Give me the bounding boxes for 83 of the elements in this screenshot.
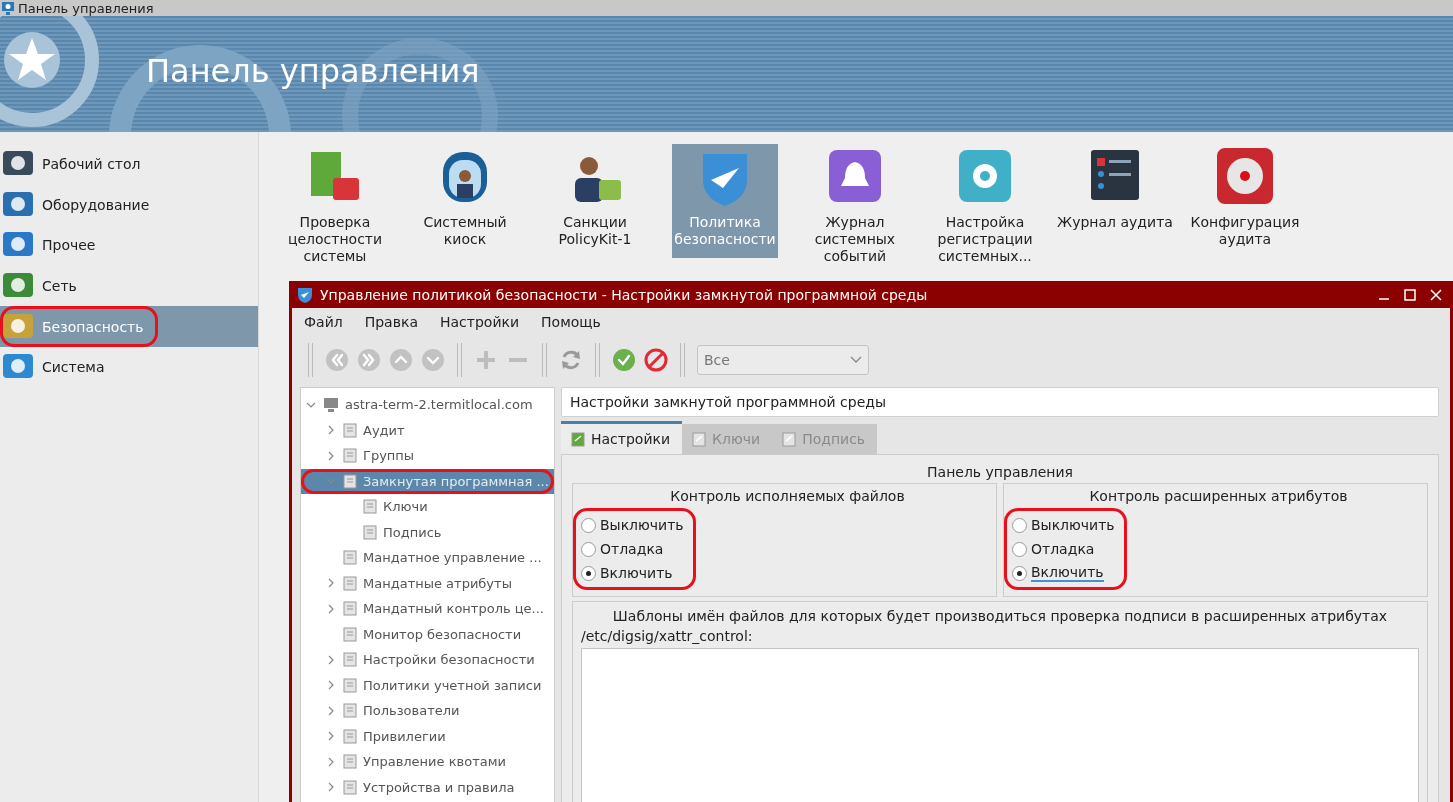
radio-label: Включить [600, 565, 673, 581]
sidebar-item[interactable]: Прочее [0, 225, 258, 266]
tree-item[interactable]: Группы [301, 443, 554, 469]
tree-item[interactable]: Устройства и правила [301, 774, 554, 800]
fast-forward-icon[interactable] [357, 348, 381, 372]
panel-title: Панель управления [926, 463, 1074, 482]
radio-label: Отладка [1031, 541, 1095, 557]
applet-item[interactable]: Системный киоск [405, 144, 525, 269]
tree-item[interactable]: Политики учетной записи [301, 672, 554, 698]
dialog-title: Управление политикой безопасности - Настройки замкнутой программной среды [320, 286, 928, 303]
field-label: /etc/digsig/xattr_control: [581, 628, 754, 644]
document-icon [343, 601, 357, 617]
sidebar-item[interactable]: Рабочий стол [0, 144, 258, 185]
tree-item[interactable]: Пользователи [301, 698, 554, 724]
group-title: Шаблоны имён файлов для которых будет производиться проверка подписи в расширенных атрибутах [611, 608, 1389, 624]
document-icon [692, 431, 707, 447]
banner-title: Панель управления [146, 52, 480, 90]
radio-label: Отладка [600, 541, 664, 557]
close-icon[interactable] [1430, 288, 1442, 301]
group-title: Контроль исполняемых файлов [669, 488, 906, 506]
rewind-icon[interactable] [325, 348, 349, 372]
menu-item[interactable]: Помощь [533, 312, 609, 333]
prohibited-icon[interactable] [644, 348, 668, 372]
sidebar-item[interactable]: Оборудование [0, 184, 258, 226]
radio-label: Включить [1031, 564, 1104, 582]
shield-icon [296, 285, 314, 304]
applet-item[interactable]: Конфигурация аудита [1185, 144, 1305, 269]
document-icon [571, 431, 585, 447]
applet-item[interactable]: Проверка целостности системы [275, 144, 395, 269]
check-icon[interactable] [612, 348, 636, 372]
radio-button[interactable] [1012, 517, 1027, 533]
radio-button[interactable] [581, 541, 596, 557]
group-title: Контроль расширенных атрибутов [1088, 488, 1349, 506]
tree-item[interactable]: Мандатные атрибуты [301, 570, 554, 596]
tree-item[interactable]: Ключи [301, 494, 554, 520]
document-icon [343, 779, 357, 795]
radio-button[interactable] [1012, 541, 1027, 557]
document-icon [343, 550, 357, 566]
tree-item[interactable]: Аудит [301, 417, 554, 443]
radio-label: Выключить [1031, 517, 1115, 533]
document-icon [343, 448, 357, 464]
applet-item[interactable]: Настройка регистрации системных... [925, 144, 1045, 269]
menu-item[interactable]: Настройки [431, 312, 528, 333]
document-icon [363, 524, 377, 540]
filter-dropdown[interactable]: Все [697, 345, 869, 375]
computer-icon [323, 396, 339, 413]
document-icon [343, 473, 357, 489]
document-icon [343, 626, 357, 642]
document-icon [343, 652, 357, 668]
maximize-icon[interactable] [1404, 288, 1416, 301]
applet-item[interactable]: Журнал системных событий [795, 144, 915, 269]
section-title: Настройки замкнутой программной среды [561, 387, 1439, 417]
radio-button[interactable] [1012, 565, 1027, 581]
radio-button[interactable] [581, 565, 596, 581]
applet-item[interactable]: Санкции PolicyKit-1 [535, 144, 655, 269]
window-title: Панель управления [18, 0, 154, 16]
tree-item[interactable]: Привилегии [301, 723, 554, 749]
tree-item[interactable]: Подпись [301, 519, 554, 545]
tree-item[interactable]: astra-term-2.termitlocal.com [301, 392, 554, 418]
document-icon [343, 677, 357, 693]
sidebar-item[interactable]: Сеть [0, 265, 258, 307]
sidebar-item[interactable]: Система [0, 346, 258, 388]
tree-item[interactable]: Монитор безопасности [301, 621, 554, 647]
radio-label: Выключить [600, 517, 684, 533]
document-icon [343, 703, 357, 719]
tree-item[interactable]: Управление квотами [301, 749, 554, 775]
document-icon [343, 575, 357, 591]
menu-item[interactable]: Правка [356, 312, 426, 333]
menu-item[interactable]: Файл [296, 312, 351, 333]
chevron-down-icon [850, 356, 862, 364]
tree-item[interactable]: Настройки безопасности [301, 647, 554, 673]
document-icon [363, 499, 377, 515]
document-icon [782, 431, 797, 447]
document-icon [343, 422, 357, 438]
monitor-icon [2, 1, 14, 15]
tree-item[interactable]: Мандатный контроль це... [301, 596, 554, 622]
tab[interactable]: Настройки [561, 421, 683, 454]
applet-item[interactable]: Журнал аудита [1055, 144, 1175, 269]
tree-item[interactable]: Мандатное управление ... [301, 545, 554, 571]
refresh-icon[interactable] [559, 348, 583, 372]
radio-button[interactable] [581, 517, 596, 533]
document-icon [343, 728, 357, 744]
document-icon [343, 754, 357, 770]
